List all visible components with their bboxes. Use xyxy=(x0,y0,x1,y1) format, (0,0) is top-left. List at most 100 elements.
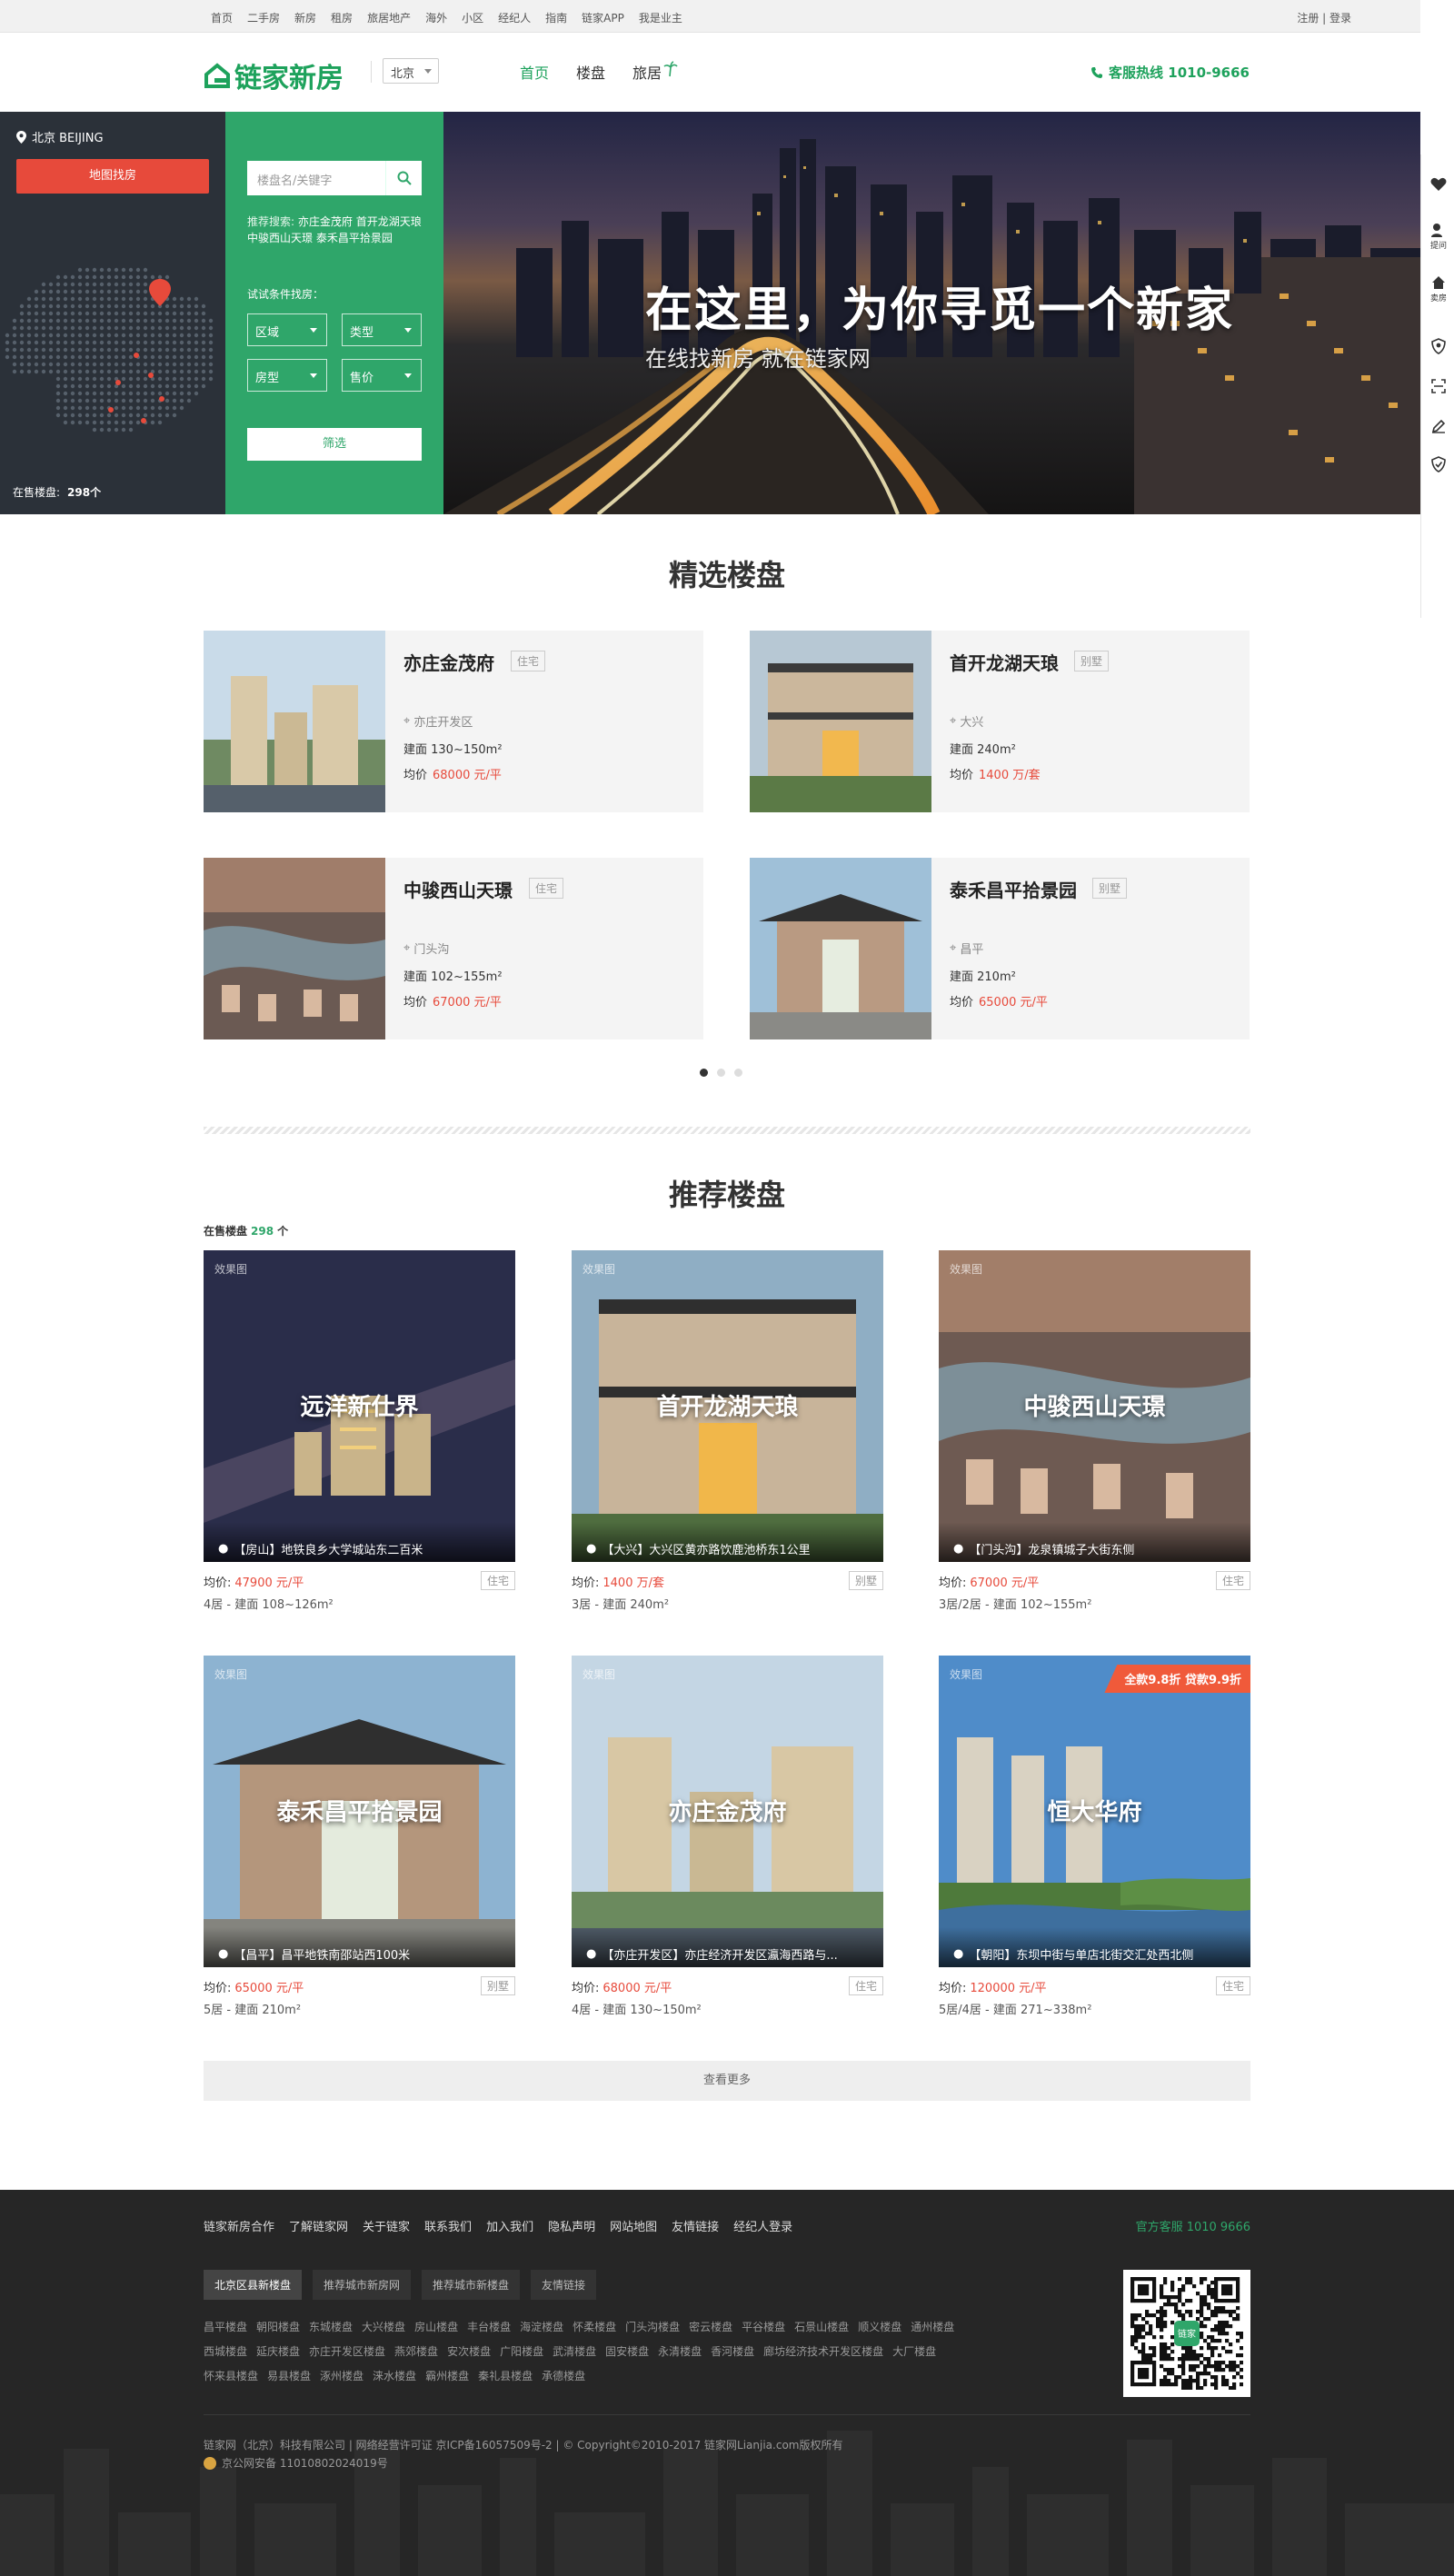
footer-city-link[interactable]: 涞水楼盘 xyxy=(373,2364,416,2389)
footer-link[interactable]: 关于链家 xyxy=(363,2217,410,2234)
footer-city-link[interactable]: 延庆楼盘 xyxy=(256,2340,300,2364)
top-link-overseas[interactable]: 海外 xyxy=(418,10,454,25)
top-link-app[interactable]: 链家APP xyxy=(574,10,632,25)
map-city-dot[interactable] xyxy=(141,418,146,423)
hero-banner[interactable]: 在这里，为你寻觅一个新家 在线找新房 就在链家网 xyxy=(443,112,1420,514)
service-button[interactable] xyxy=(1429,454,1449,474)
recommend-card[interactable]: 效果图 全款9.8折 贷款9.9折 恒大华府 ● 【朝阳】东坝中街与单店北街交汇处… xyxy=(939,1656,1250,2017)
search-button[interactable] xyxy=(385,161,422,195)
recommend-card[interactable]: 效果图 中骏西山天璟 ● 【门头沟】龙泉镇城子大街东侧 均价: 67000 元/平 住… xyxy=(939,1250,1250,1612)
filter-price[interactable]: 售价 xyxy=(342,359,422,392)
menu-home[interactable]: 首页 xyxy=(520,61,549,83)
security-button[interactable] xyxy=(1429,336,1449,356)
top-link-home[interactable]: 首页 xyxy=(204,10,240,25)
footer-city-link[interactable]: 丰台楼盘 xyxy=(467,2315,511,2340)
footer-city-link[interactable]: 承德楼盘 xyxy=(542,2364,585,2389)
footer-city-link[interactable]: 东城楼盘 xyxy=(309,2315,353,2340)
featured-card[interactable]: 泰禾昌平拾景园 别墅 ⌖ 昌平 建面 210m² 均价 65000 元/平 xyxy=(750,858,1250,1039)
filter-submit-button[interactable]: 筛选 xyxy=(247,428,422,461)
search-input[interactable]: 楼盘名/关键字 xyxy=(247,161,398,195)
ask-button[interactable]: 提问 xyxy=(1429,220,1449,253)
featured-card[interactable]: 中骏西山天璟 住宅 ⌖ 门头沟 建面 102~155m² 均价 67000 元/平 xyxy=(204,858,703,1039)
footer-city-link[interactable]: 亦庄开发区楼盘 xyxy=(309,2340,385,2364)
recommend-card[interactable]: 效果图 亦庄金茂府 ● 【亦庄开发区】亦庄经济开发区瀛海西路与... 均价: 680… xyxy=(572,1656,883,2017)
carousel-dot[interactable] xyxy=(717,1069,725,1077)
auth-links[interactable]: 注册 | 登录 xyxy=(1297,10,1351,25)
top-link-newhouse[interactable]: 新房 xyxy=(287,10,324,25)
recommend-card[interactable]: 效果图 泰禾昌平拾景园 ● 【昌平】昌平地铁南邵站西100米 均价: 65000 元… xyxy=(204,1656,515,2017)
footer-city-link[interactable]: 西城楼盘 xyxy=(204,2340,247,2364)
map-city-dot[interactable] xyxy=(134,353,139,358)
footer-city-link[interactable]: 朝阳楼盘 xyxy=(256,2315,300,2340)
map-search-button[interactable]: 地图找房 xyxy=(16,159,209,194)
feedback-button[interactable] xyxy=(1429,416,1449,436)
top-link-travel[interactable]: 旅居地产 xyxy=(360,10,418,25)
top-link-guide[interactable]: 指南 xyxy=(538,10,574,25)
scan-button[interactable] xyxy=(1429,376,1449,396)
footer-city-link[interactable]: 通州楼盘 xyxy=(911,2315,954,2340)
footer-link[interactable]: 链家新房合作 xyxy=(204,2217,274,2234)
footer-city-link[interactable]: 永清楼盘 xyxy=(658,2340,702,2364)
footer-city-link[interactable]: 霸州楼盘 xyxy=(425,2364,469,2389)
footer-city-link[interactable]: 昌平楼盘 xyxy=(204,2315,247,2340)
footer-city-link[interactable]: 门头沟楼盘 xyxy=(625,2315,680,2340)
footer-city-link[interactable]: 固安楼盘 xyxy=(605,2340,649,2364)
favorite-button[interactable] xyxy=(1429,174,1449,194)
footer-tab[interactable]: 推荐城市新房网 xyxy=(313,2270,412,2300)
footer-city-link[interactable]: 怀柔楼盘 xyxy=(573,2315,616,2340)
footer-city-link[interactable]: 大厂楼盘 xyxy=(892,2340,936,2364)
footer-city-link[interactable]: 广阳楼盘 xyxy=(500,2340,543,2364)
top-link-community[interactable]: 小区 xyxy=(454,10,491,25)
beijing-pin-icon[interactable] xyxy=(149,279,171,306)
footer-city-link[interactable]: 秦礼县楼盘 xyxy=(478,2364,533,2389)
footer-link[interactable]: 联系我们 xyxy=(424,2217,472,2234)
footer-city-link[interactable]: 怀来县楼盘 xyxy=(204,2364,258,2389)
footer-city-link[interactable]: 顺义楼盘 xyxy=(858,2315,901,2340)
top-link-owner[interactable]: 我是业主 xyxy=(632,10,690,25)
footer-link[interactable]: 加入我们 xyxy=(486,2217,533,2234)
top-link-rent[interactable]: 租房 xyxy=(324,10,360,25)
map-city-dot[interactable] xyxy=(148,373,154,378)
china-dot-map[interactable] xyxy=(0,239,225,484)
carousel-dot[interactable] xyxy=(734,1069,742,1077)
footer-link[interactable]: 友情链接 xyxy=(672,2217,719,2234)
city-select[interactable]: 北京 xyxy=(383,58,439,84)
filter-type[interactable]: 类型 xyxy=(342,313,422,346)
footer-city-link[interactable]: 密云楼盘 xyxy=(689,2315,732,2340)
top-link-secondhand[interactable]: 二手房 xyxy=(240,10,287,25)
footer-link[interactable]: 网站地图 xyxy=(610,2217,657,2234)
footer-city-link[interactable]: 香河楼盘 xyxy=(711,2340,754,2364)
site-logo[interactable]: 链家新房 xyxy=(204,55,344,95)
footer-link[interactable]: 了解链家网 xyxy=(289,2217,348,2234)
filter-region[interactable]: 区域 xyxy=(247,313,327,346)
footer-city-link[interactable]: 安次楼盘 xyxy=(447,2340,491,2364)
top-link-agent[interactable]: 经纪人 xyxy=(491,10,538,25)
footer-city-link[interactable]: 武清楼盘 xyxy=(553,2340,596,2364)
map-city-dot[interactable] xyxy=(159,396,164,402)
recommend-card[interactable]: 效果图 首开龙湖天琅 ● 【大兴】大兴区黄亦路饮鹿池桥东1公里 均价: 1400 万… xyxy=(572,1250,883,1612)
footer-city-link[interactable]: 廊坊经济技术开发区楼盘 xyxy=(763,2340,883,2364)
footer-city-link[interactable]: 易县楼盘 xyxy=(267,2364,311,2389)
featured-card[interactable]: 首开龙湖天琅 别墅 ⌖ 大兴 建面 240m² 均价 1400 万/套 xyxy=(750,631,1250,812)
footer-link[interactable]: 经纪人登录 xyxy=(733,2217,792,2234)
footer-city-link[interactable]: 涿州楼盘 xyxy=(320,2364,364,2389)
footer-city-link[interactable]: 房山楼盘 xyxy=(414,2315,458,2340)
map-city-dot[interactable] xyxy=(108,407,114,413)
carousel-dot[interactable] xyxy=(700,1069,708,1077)
footer-city-link[interactable]: 石景山楼盘 xyxy=(794,2315,849,2340)
footer-tab[interactable]: 友情链接 xyxy=(531,2270,597,2300)
footer-city-link[interactable]: 燕郊楼盘 xyxy=(394,2340,438,2364)
menu-buildings[interactable]: 楼盘 xyxy=(576,61,605,83)
footer-tab[interactable]: 北京区县新楼盘 xyxy=(204,2270,303,2300)
map-city-dot[interactable] xyxy=(115,380,121,385)
footer-link[interactable]: 隐私声明 xyxy=(548,2217,595,2234)
sell-button[interactable]: 卖房 xyxy=(1429,273,1449,305)
featured-card[interactable]: 亦庄金茂府 住宅 ⌖ 亦庄开发区 建面 130~150m² 均价 68000 元/平 xyxy=(204,631,703,812)
footer-city-link[interactable]: 海淀楼盘 xyxy=(520,2315,563,2340)
menu-travel[interactable]: 旅居 xyxy=(632,61,678,83)
load-more-button[interactable]: 查看更多 xyxy=(204,2061,1250,2101)
footer-tab[interactable]: 推荐城市新楼盘 xyxy=(422,2270,521,2300)
footer-city-link[interactable]: 大兴楼盘 xyxy=(362,2315,405,2340)
recommend-card[interactable]: 效果图 远洋新仕界 ● 【房山】地铁良乡大学城站东二百米 均价: 47900 元/平… xyxy=(204,1250,515,1612)
filter-layout[interactable]: 房型 xyxy=(247,359,327,392)
